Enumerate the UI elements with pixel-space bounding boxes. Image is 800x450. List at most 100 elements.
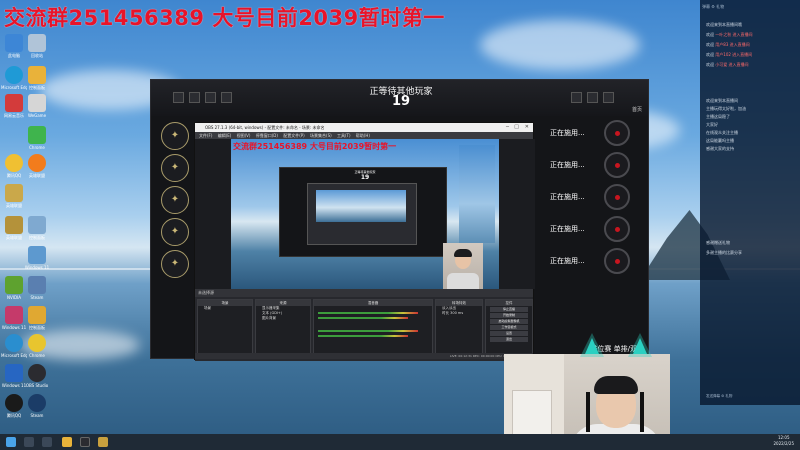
task-view-icon[interactable]	[42, 437, 52, 447]
chat-message: 欢迎 用户102 进入直播间	[706, 52, 753, 57]
headphone-cable	[586, 392, 590, 432]
system-clock[interactable]: 12:05 2022/2/25	[773, 435, 794, 447]
desktop-icon[interactable]: 英雄联盟	[24, 154, 50, 178]
chat-message: 欢迎 小可爱 进入直播间	[706, 62, 749, 67]
obs-status-bar: LIVE: 00:12:31 REC: 00:00:00 CPU: 6.1%, …	[195, 353, 533, 359]
game-nav-tab[interactable]	[571, 92, 582, 103]
game-icon[interactable]	[98, 437, 108, 447]
volume-slider[interactable]	[318, 317, 408, 319]
game-side-button[interactable]: ✦	[161, 218, 189, 246]
danmaku-chat-panel[interactable]: 弹幕 ⚙ 礼物 欢迎来到本直播间哦 欢迎 一叶之秋 进入直播间 欢迎 用户83 …	[700, 0, 800, 405]
obs-title: OBS 27.1.3 (64-bit, windows) - 配置文件: 未命名…	[205, 125, 325, 130]
windows-start-icon[interactable]	[6, 437, 16, 447]
controls-panel[interactable]: 控件 停止直播 开始录制 启动虚拟摄像机 工作室模式 设置 退出	[485, 299, 533, 355]
stop-streaming-button[interactable]: 停止直播	[490, 307, 528, 312]
scenes-panel[interactable]: 场景 场景	[197, 299, 253, 355]
game-side-button[interactable]: ✦	[161, 186, 189, 214]
start-recording-button[interactable]: 开始录制	[490, 313, 528, 318]
volume-slider[interactable]	[318, 335, 408, 337]
nested-webcam	[443, 243, 483, 289]
chat-message: 欢迎 用户83 进入直播间	[706, 42, 750, 47]
chat-input-bar[interactable]: 发送弹幕 ⚙ 礼物	[706, 394, 796, 399]
duration-label: 时长 300 ms	[436, 311, 482, 316]
game-nav-tab[interactable]	[221, 92, 232, 103]
player-avatar	[604, 184, 630, 210]
game-nav-tab[interactable]	[587, 92, 598, 103]
desktop-icon[interactable]: 控制面板	[24, 306, 50, 330]
player-status: 正在施用...	[550, 257, 585, 265]
player-avatar	[604, 152, 630, 178]
desktop-icon[interactable]: 英雄联盟	[1, 184, 27, 208]
player-slot[interactable]: 正在施用...	[550, 184, 630, 212]
player-slot[interactable]: 正在施用...	[550, 152, 630, 180]
game-side-button[interactable]: ✦	[161, 154, 189, 182]
desktop-icon[interactable]: Windows 11	[24, 246, 50, 270]
desktop-icon[interactable]: Chrome	[24, 334, 50, 358]
sources-panel[interactable]: 来源 显示器采集 文本 (GDI+) 图片背景	[255, 299, 311, 355]
waiting-count: 19	[391, 94, 411, 109]
game-nav-tab[interactable]	[189, 92, 200, 103]
chat-message: 欢迎来到本直播间	[706, 98, 738, 103]
mixer-panel[interactable]: 混音器	[313, 299, 433, 355]
settings-icon	[28, 216, 46, 234]
taskbar: 12:05 2022/2/25	[0, 434, 800, 450]
player-slot[interactable]: 正在施用...	[550, 248, 630, 276]
face-app-icon	[5, 154, 23, 172]
edge-icon	[5, 334, 23, 352]
chat-message: 主播这局稳了	[706, 114, 730, 119]
desktop-icon[interactable]: 回收站	[24, 34, 50, 58]
desktop-icon[interactable]: 控制面板	[24, 216, 50, 240]
duration-value[interactable]: 300 ms	[450, 311, 463, 315]
close-icon[interactable]: ✕	[525, 123, 529, 132]
nested-banner: 交流群251456389 大号目前2039暂时第一	[233, 142, 397, 151]
source-item[interactable]: 图片背景	[256, 316, 310, 321]
mixer-header: 混音器	[314, 300, 432, 306]
controls-header: 控件	[486, 300, 532, 306]
shield-icon	[5, 364, 23, 382]
chat-message: 欢迎来到本直播间哦	[706, 22, 742, 27]
game-nav-tab[interactable]	[205, 92, 216, 103]
folder-icon[interactable]	[62, 437, 72, 447]
computer-icon	[5, 34, 23, 52]
shelf	[512, 390, 552, 440]
home-link[interactable]: 首页	[632, 106, 642, 113]
obs-window[interactable]: OBS 27.1.3 (64-bit, windows) - 配置文件: 未命名…	[194, 122, 535, 361]
player-status: 正在施用...	[550, 161, 585, 169]
desktop-icon[interactable]: Steam	[24, 276, 50, 300]
game-nav-tab[interactable]	[603, 92, 614, 103]
game-side-button[interactable]: ✦	[161, 250, 189, 278]
desktop-icon[interactable]: WeGame	[24, 94, 50, 118]
search-icon[interactable]	[24, 437, 34, 447]
desktop-icon[interactable]: OBS Studio	[24, 364, 50, 388]
minimize-icon[interactable]: ─	[506, 123, 509, 132]
obs-title-bar: OBS 27.1.3 (64-bit, windows) - 配置文件: 未命名…	[195, 123, 533, 132]
game-nav-tab[interactable]	[173, 92, 184, 103]
desktop-icon[interactable]: Chrome	[24, 126, 50, 150]
desktop-icon[interactable]: 控制面板	[24, 66, 50, 90]
lol-icon	[5, 184, 23, 202]
player-slot[interactable]: 正在施用...	[550, 120, 630, 148]
scene-item[interactable]: 场景	[198, 306, 252, 311]
transitions-panel[interactable]: 转场特效 淡入淡出 时长 300 ms	[435, 299, 483, 355]
obs-left-strip	[195, 139, 231, 289]
chat-message: 感谢大家的支持	[706, 146, 734, 151]
settings-button[interactable]: 设置	[490, 331, 528, 336]
game-side-button[interactable]: ✦	[161, 122, 189, 150]
virtual-camera-button[interactable]: 启动虚拟摄像机	[490, 319, 528, 324]
maximize-icon[interactable]: □	[514, 123, 519, 132]
player-avatar	[604, 216, 630, 242]
exit-button[interactable]: 退出	[490, 337, 528, 342]
obs-menu-bar[interactable]: 文件(F) 编辑(E) 视图(V) 停靠窗口(D) 配置文件(P) 场景集合(S…	[195, 132, 533, 139]
obs-preview[interactable]: 交流群251456389 大号目前2039暂时第一 正等待其他玩家 19	[231, 139, 499, 289]
chat-message: 多谢主播的比赛分享	[706, 250, 742, 255]
obs-right-strip	[499, 139, 535, 289]
qq-icon	[5, 394, 23, 412]
lol-icon	[5, 216, 23, 234]
studio-mode-button[interactable]: 工作室模式	[490, 325, 528, 330]
cloud	[480, 20, 640, 70]
desktop-icon[interactable]: Steam	[24, 394, 50, 418]
player-slot[interactable]: 正在施用...	[550, 216, 630, 244]
edge-icon	[5, 66, 23, 84]
obs-icon[interactable]	[80, 437, 90, 447]
hair	[594, 376, 638, 394]
